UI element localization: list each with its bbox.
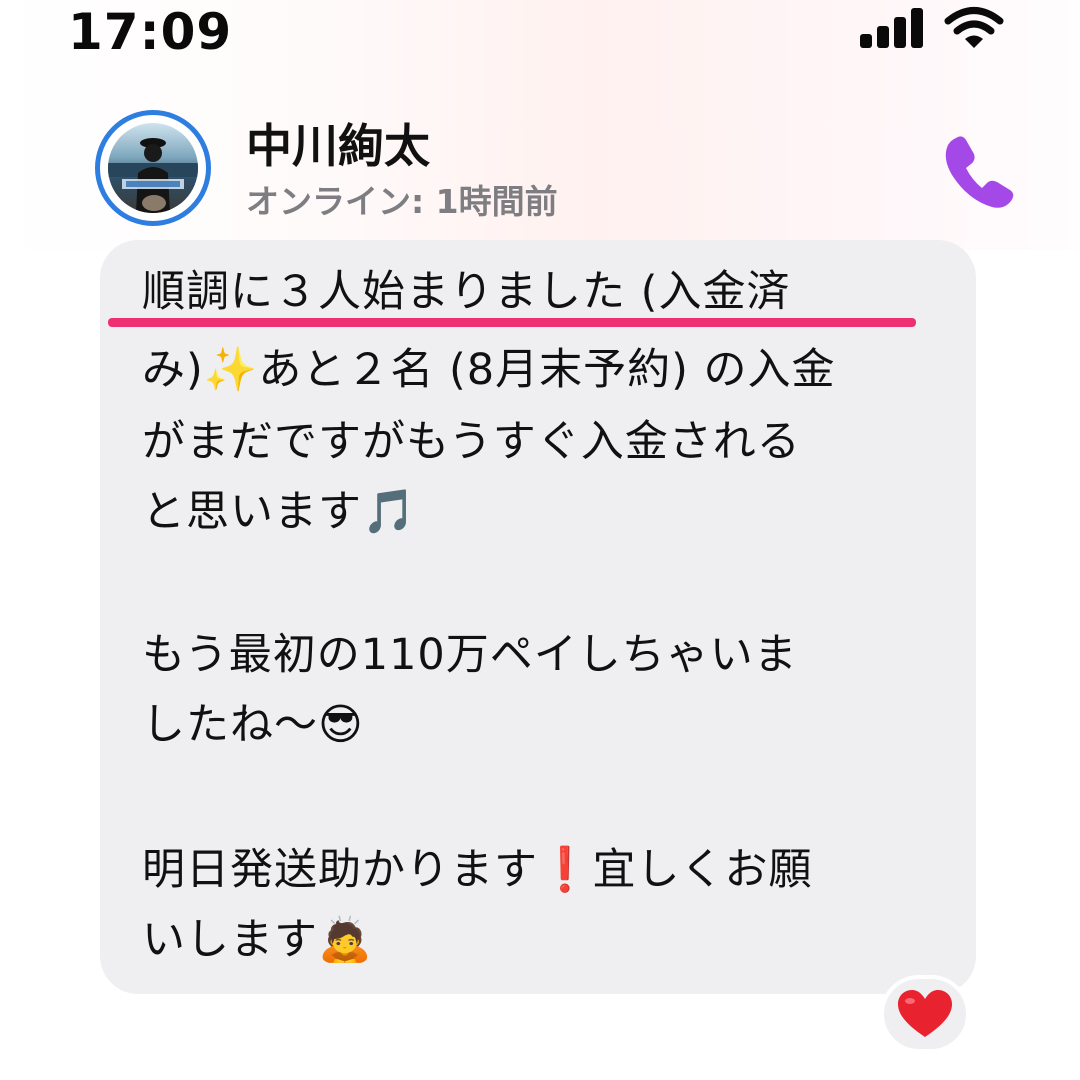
message-line: したね〜😎: [142, 700, 364, 750]
message-line: と思います🎵: [142, 487, 417, 537]
avatar: [108, 123, 198, 213]
message-line: いします🙇: [142, 915, 373, 965]
wifi-icon: [944, 7, 1004, 48]
message-line: み)✨あと２名 (8月末予約) の入金: [142, 345, 836, 395]
heart-icon: [898, 990, 952, 1037]
message-line: 順調に３人始まりました (入金済: [142, 267, 791, 317]
message-line: もう最初の110万ペイしちゃいま: [142, 630, 798, 680]
avatar-photo-icon: [108, 138, 198, 213]
chat-screen: 17:09 中川絢太 オンライン: 1時間前 順調に３人始まりました (入金済 …: [0, 0, 1080, 1080]
message-line: 明日発送助かります❗️宜しくお願: [142, 845, 813, 895]
status-time: 17:09: [68, 3, 233, 61]
contact-avatar-button[interactable]: [95, 110, 211, 226]
contact-name[interactable]: 中川絢太: [246, 118, 430, 174]
presence-status: オンライン: 1時間前: [246, 182, 558, 221]
cellular-signal-icon: [860, 8, 924, 48]
heart-reaction-badge[interactable]: [880, 975, 970, 1053]
message-line: がまだですがもうすぐ入金される: [142, 417, 801, 467]
phone-icon[interactable]: [938, 130, 1018, 210]
